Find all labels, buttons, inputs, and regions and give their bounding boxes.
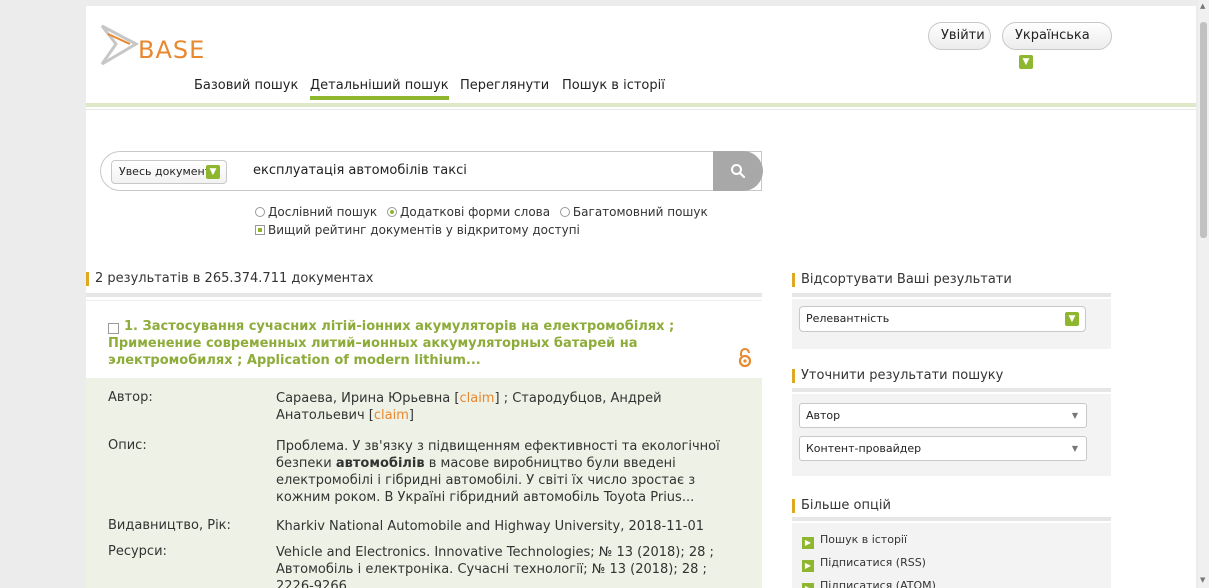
- tab-basic-search[interactable]: Базовий пошук: [194, 78, 298, 93]
- claim-link[interactable]: claim: [459, 391, 494, 406]
- open-access-icon: [738, 348, 752, 368]
- base-logo[interactable]: BASE: [100, 20, 204, 70]
- result-details: Автор: Сараева, Ирина Юрьевна [claim] ; …: [86, 378, 762, 588]
- more-link-atom[interactable]: ▶ Підписатися (ATOM): [802, 579, 936, 588]
- checkbox-checked-icon: [255, 225, 265, 235]
- word-forms-option[interactable]: Додаткові форми слова: [387, 205, 550, 219]
- author-value: Сараева, Ирина Юрьевна [claim] ; Староду…: [276, 391, 662, 423]
- results-count: 2 результатів в 265.374.711 документах: [86, 272, 373, 286]
- page-scrollbar[interactable]: ▲ ▼: [1198, 0, 1209, 588]
- more-options-heading: Більше опцій: [792, 499, 891, 513]
- search-scope-select[interactable]: Увесь документ ▼: [111, 160, 227, 184]
- resources-value: Vehicle and Electronics. Innovative Tech…: [276, 545, 714, 588]
- publisher-value: Kharkiv National Automobile and Highway …: [276, 519, 705, 534]
- arrow-right-icon: ▶: [802, 537, 814, 549]
- result-title-text: 1. Застосування сучасних літій-іонних ак…: [108, 319, 675, 368]
- claim-link[interactable]: claim: [374, 408, 409, 423]
- chevron-down-icon: ▼: [1065, 312, 1079, 326]
- author-label: Автор:: [108, 390, 153, 405]
- more-link-search-history[interactable]: ▶ Пошук в історії: [802, 533, 907, 549]
- exact-search-option[interactable]: Дослівний пошук: [255, 205, 377, 219]
- search-button[interactable]: [713, 151, 763, 191]
- sort-select-value: Релевантність: [806, 312, 890, 325]
- publisher-label: Видавництво, Рік:: [108, 518, 231, 533]
- more-link-rss[interactable]: ▶ Підписатися (RSS): [802, 556, 926, 572]
- scrollbar-thumb[interactable]: [1200, 22, 1207, 238]
- language-label: Українська: [1015, 28, 1090, 43]
- result-title-link[interactable]: 1. Застосування сучасних літій-іонних ак…: [108, 318, 708, 369]
- author-filter-label: Автор: [806, 409, 841, 422]
- scroll-up-icon[interactable]: ▲: [1200, 2, 1205, 10]
- search-box: Увесь документ ▼ експлуатація автомобілі…: [100, 151, 762, 191]
- provider-filter-label: Контент-провайдер: [806, 442, 922, 455]
- exact-search-label: Дослівний пошук: [268, 205, 378, 219]
- caret-down-icon: ▼: [1071, 444, 1078, 453]
- caret-down-icon: ▼: [1071, 411, 1078, 420]
- description-row: Опис: Проблема. У зв'язку з підвищенням …: [86, 426, 762, 508]
- tab-browse[interactable]: Переглянути: [460, 78, 549, 93]
- provider-filter-select[interactable]: Контент-провайдер ▼: [799, 436, 1087, 461]
- nav-divider-thin: [86, 109, 1196, 110]
- refine-divider: [792, 388, 1111, 392]
- resources-row: Ресурси: Vehicle and Electronics. Innova…: [86, 536, 762, 588]
- arrow-right-icon: ▶: [802, 560, 814, 572]
- sort-select[interactable]: Релевантність ▼: [799, 306, 1086, 332]
- chevron-down-icon: ▼: [1019, 54, 1033, 69]
- author-name-1[interactable]: Сараева, Ирина Юрьевна: [276, 391, 450, 406]
- search-icon: [731, 164, 746, 179]
- chevron-down-icon: ▼: [206, 165, 220, 179]
- word-forms-label: Додаткові форми слова: [400, 205, 551, 219]
- sort-divider: [792, 293, 1111, 297]
- multilingual-label: Багатомовний пошук: [572, 205, 708, 219]
- scroll-down-icon[interactable]: ▼: [1200, 576, 1205, 584]
- language-select[interactable]: Українська ▼: [1002, 22, 1112, 69]
- more-link-label: Підписатися (RSS): [820, 556, 926, 569]
- multilingual-option[interactable]: Багатомовний пошук: [559, 205, 708, 219]
- arrow-right-icon: ▶: [802, 583, 814, 588]
- more-link-label: Підписатися (ATOM): [820, 579, 936, 588]
- nav-divider: [86, 103, 1196, 107]
- description-highlight: автомобілів: [335, 456, 425, 471]
- tab-search-history[interactable]: Пошук в історії: [562, 78, 665, 93]
- refine-heading: Уточнити результати пошуку: [792, 369, 1003, 383]
- page-container: BASE Увійти Українська ▼ Базовий пошук Де…: [86, 6, 1196, 588]
- radio-selected-icon: [387, 207, 397, 217]
- sort-heading: Відсортувати Ваші результати: [792, 273, 1012, 287]
- results-divider: [86, 293, 762, 297]
- boost-open-access-checkbox[interactable]: Вищий рейтинг документів у відкритому до…: [255, 223, 580, 237]
- description-label: Опис:: [108, 438, 147, 453]
- more-link-label: Пошук в історії: [820, 533, 908, 546]
- tab-advanced-search[interactable]: Детальніший пошук: [310, 78, 449, 100]
- publisher-row: Видавництво, Рік: Kharkiv National Autom…: [86, 508, 762, 536]
- author-separator: ;: [499, 391, 513, 406]
- radio-icon: [255, 207, 265, 217]
- boost-open-access-label: Вищий рейтинг документів у відкритому до…: [268, 223, 580, 237]
- search-options: Дослівний пошук Додаткові форми слова Ба…: [255, 203, 708, 239]
- description-value: Проблема. У зв'язку з підвищенням ефекти…: [276, 438, 746, 506]
- resources-label: Ресурси:: [108, 544, 167, 559]
- author-row: Автор: Сараева, Ирина Юрьевна [claim] ; …: [86, 378, 762, 426]
- author-filter-select[interactable]: Автор ▼: [799, 403, 1087, 428]
- more-options-divider: [792, 517, 1111, 521]
- results-divider-thin: [86, 300, 762, 301]
- logo-text: BASE: [138, 36, 206, 64]
- radio-icon: [559, 207, 570, 217]
- search-input[interactable]: експлуатація автомобілів таксі: [253, 163, 467, 178]
- search-scope-label: Увесь документ: [119, 165, 212, 178]
- login-button[interactable]: Увійти: [928, 22, 991, 50]
